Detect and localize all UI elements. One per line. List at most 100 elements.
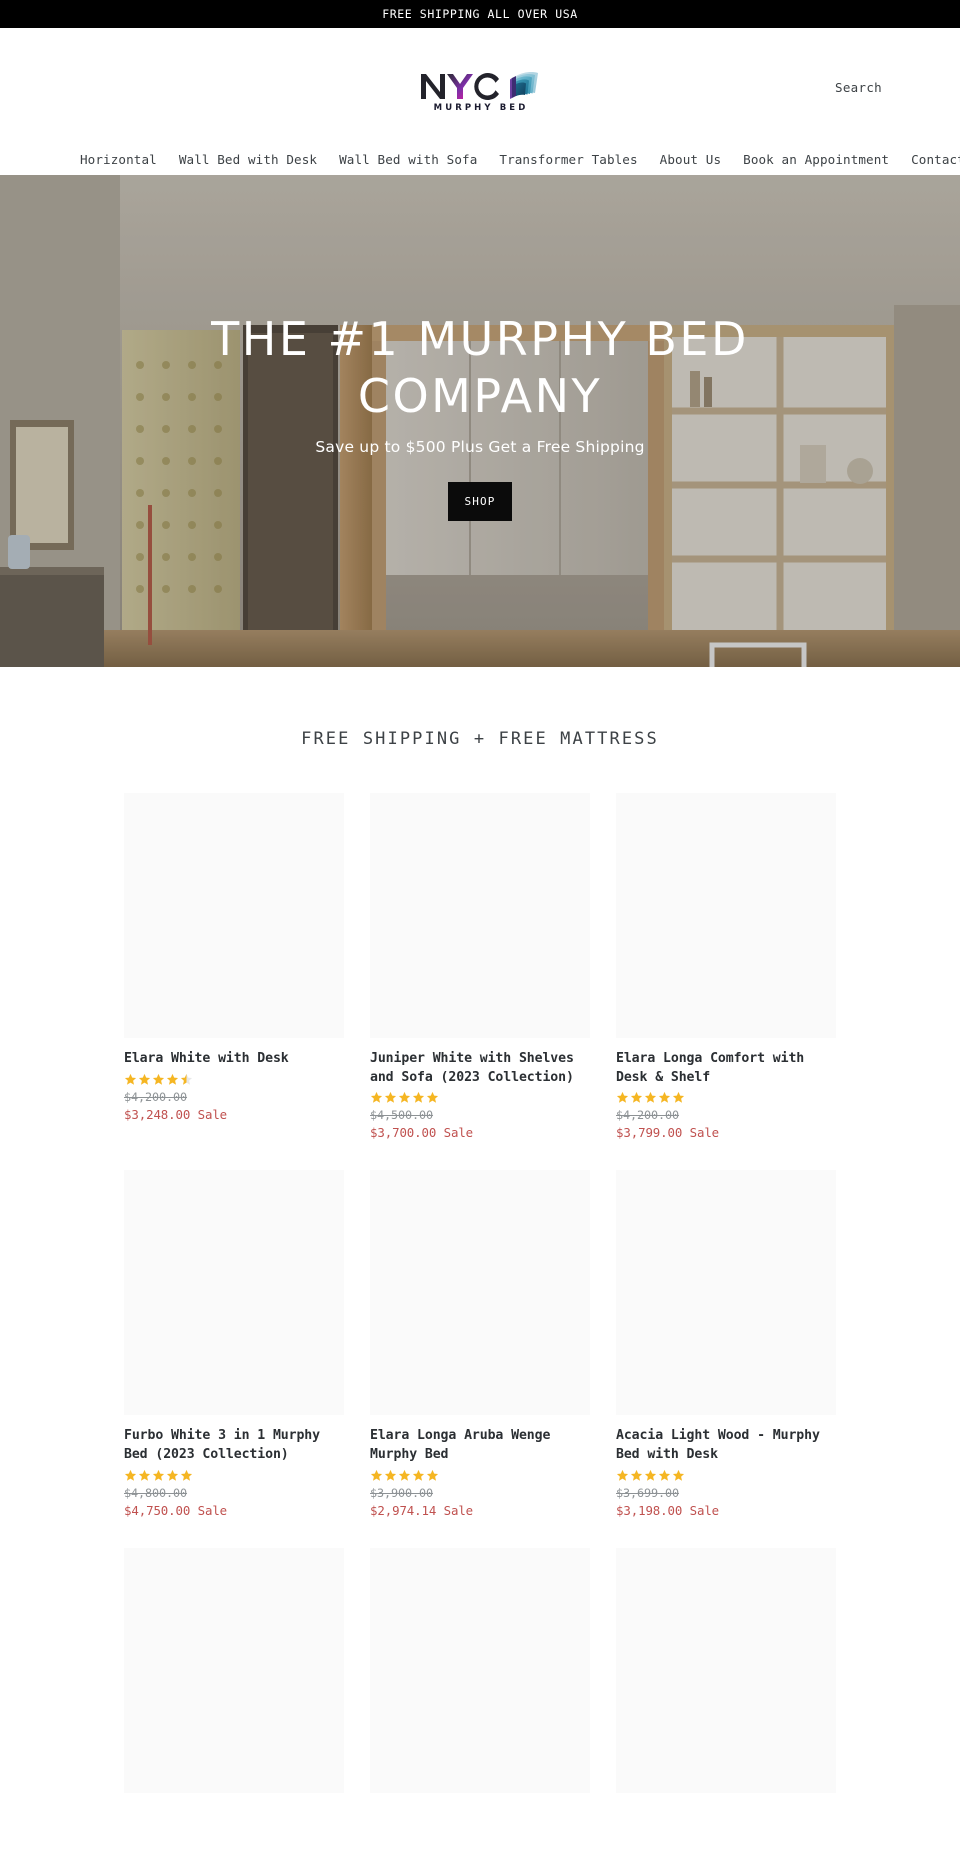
product-rating[interactable] [370, 1090, 590, 1105]
site-header: MURPHY BED Search [0, 28, 960, 143]
product-card: Juniper White with Shelves and Sofa (202… [370, 793, 590, 1140]
product-sale-price: $3,700.00 Sale [370, 1125, 474, 1141]
main-navigation: Horizontal Wall Bed with Desk Wall Bed w… [0, 143, 960, 175]
star-icon [124, 1073, 137, 1085]
star-icon [616, 1469, 629, 1481]
collection-title: FREE SHIPPING + FREE MATTRESS [301, 729, 659, 749]
product-info: Acacia Light Wood - Murphy Bed with Desk… [616, 1415, 836, 1517]
product-info: Elara Longa Aruba Wenge Murphy Bed $3,900… [370, 1415, 590, 1517]
product-title[interactable]: Furbo White 3 in 1 Murphy Bed (2023 Coll… [124, 1427, 344, 1464]
nav-item-wall-bed-with-desk[interactable]: Wall Bed with Desk [168, 152, 328, 167]
product-card: Elara White with Desk $4,200.00 $3,248.00 … [124, 793, 344, 1140]
star-icon [138, 1073, 151, 1085]
site-logo[interactable]: MURPHY BED [410, 70, 550, 113]
nav-item-transformer-tables[interactable]: Transformer Tables [488, 152, 648, 167]
product-card: Acacia Light Wood - Murphy Bed with Desk… [616, 1170, 836, 1518]
star-icon [384, 1092, 397, 1104]
product-image[interactable] [616, 1170, 836, 1416]
product-grid: Elara White with Desk $4,200.00 $3,248.00 … [0, 793, 960, 1793]
hero-title: THE #1 MURPHY BED COMPANY [211, 312, 749, 423]
star-icon [672, 1469, 685, 1481]
product-compare-price: $4,800.00 [124, 1485, 188, 1500]
product-image[interactable] [616, 1547, 836, 1793]
product-rating[interactable] [616, 1090, 836, 1105]
product-image[interactable] [370, 1170, 590, 1416]
product-rating[interactable] [124, 1072, 344, 1087]
product-card [370, 1547, 590, 1793]
star-icon [672, 1092, 685, 1104]
star-icon [426, 1092, 439, 1104]
product-image[interactable] [124, 793, 344, 1038]
product-sale-price: $3,799.00 Sale [616, 1125, 720, 1141]
product-info: Elara Longa Comfort with Desk & Shelf $4,… [616, 1038, 836, 1140]
book-fan-icon [510, 72, 538, 99]
product-compare-price: $4,200.00 [124, 1089, 188, 1104]
nav-item-about-us[interactable]: About Us [649, 152, 732, 167]
featured-collection: FREE SHIPPING + FREE MATTRESS Elara Whit… [0, 667, 960, 1793]
product-title[interactable]: Elara White with Desk [124, 1050, 344, 1069]
product-info: Elara White with Desk $4,200.00 $3,248.00 … [124, 1038, 344, 1122]
nav-item-wall-bed-with-sofa[interactable]: Wall Bed with Sofa [328, 152, 488, 167]
product-title[interactable]: Elara Longa Aruba Wenge Murphy Bed [370, 1427, 590, 1464]
star-icon [644, 1092, 657, 1104]
hero-shop-button[interactable]: SHOP [447, 481, 513, 521]
product-rating[interactable] [124, 1468, 344, 1483]
star-icon [398, 1469, 411, 1481]
nyc-wordmark-icon [421, 73, 499, 100]
product-card: Elara Longa Aruba Wenge Murphy Bed $3,900… [370, 1170, 590, 1518]
nav-item-contact[interactable]: Contact [900, 152, 960, 167]
star-icon [152, 1469, 165, 1481]
product-card [616, 1547, 836, 1793]
logo-graphic-row [419, 70, 541, 102]
star-icon [370, 1092, 383, 1104]
star-icon [152, 1073, 165, 1085]
product-image[interactable] [616, 793, 836, 1038]
announcement-bar: FREE SHIPPING ALL OVER USA [0, 0, 960, 28]
product-card: Furbo White 3 in 1 Murphy Bed (2023 Coll… [124, 1170, 344, 1518]
star-icon [398, 1092, 411, 1104]
product-card: Elara Longa Comfort with Desk & Shelf $4,… [616, 793, 836, 1140]
nav-item-book-an-appointment[interactable]: Book an Appointment [732, 152, 900, 167]
star-icon [124, 1469, 137, 1481]
product-image[interactable] [124, 1170, 344, 1416]
hero-subtitle: Save up to $500 Plus Get a Free Shipping [315, 437, 645, 456]
product-compare-price: $3,900.00 [370, 1485, 434, 1500]
product-image[interactable] [370, 1547, 590, 1793]
hero-banner: THE #1 MURPHY BED COMPANY Save up to $50… [0, 175, 960, 667]
product-sale-price: $3,248.00 Sale [124, 1106, 228, 1122]
nav-item-horizontal[interactable]: Horizontal [80, 152, 168, 167]
star-icon [658, 1469, 671, 1481]
product-sale-price: $3,198.00 Sale [616, 1502, 720, 1518]
product-card [124, 1547, 344, 1793]
star-icon [180, 1469, 193, 1481]
star-icon [412, 1092, 425, 1104]
star-icon [426, 1469, 439, 1481]
star-icon [644, 1469, 657, 1481]
product-title[interactable]: Elara Longa Comfort with Desk & Shelf [616, 1050, 836, 1087]
star-icon [658, 1092, 671, 1104]
product-rating[interactable] [370, 1468, 590, 1483]
product-compare-price: $3,699.00 [616, 1485, 680, 1500]
star-icon [616, 1092, 629, 1104]
logo-subtitle: MURPHY BED [433, 103, 529, 113]
star-icon [370, 1469, 383, 1481]
product-title[interactable]: Juniper White with Shelves and Sofa (202… [370, 1050, 590, 1087]
star-icon [138, 1469, 151, 1481]
product-title[interactable]: Acacia Light Wood - Murphy Bed with Desk [616, 1427, 836, 1464]
product-rating[interactable] [616, 1468, 836, 1483]
product-info: Furbo White 3 in 1 Murphy Bed (2023 Coll… [124, 1415, 344, 1517]
star-icon [412, 1469, 425, 1481]
announcement-text: FREE SHIPPING ALL OVER USA [382, 7, 578, 21]
product-compare-price: $4,200.00 [616, 1108, 680, 1123]
product-compare-price: $4,500.00 [370, 1108, 434, 1123]
product-image[interactable] [370, 793, 590, 1038]
star-icon [384, 1469, 397, 1481]
star-icon [166, 1073, 179, 1085]
product-sale-price: $2,974.14 Sale [370, 1502, 474, 1518]
product-sale-price: $4,750.00 Sale [124, 1502, 228, 1518]
product-image[interactable] [124, 1547, 344, 1793]
star-icon [166, 1469, 179, 1481]
star-icon [630, 1092, 643, 1104]
hero-content: THE #1 MURPHY BED COMPANY Save up to $50… [0, 175, 960, 667]
search-button[interactable]: Search [835, 80, 882, 95]
